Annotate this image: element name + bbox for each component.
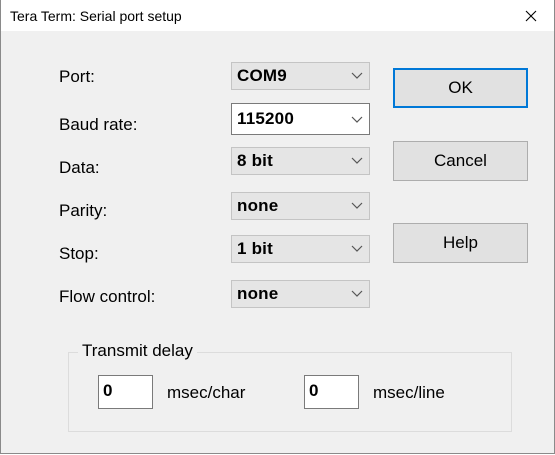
dialog-body: Port: COM9 Baud rate: 115200 Data: 8 bit…	[1, 31, 554, 453]
flow-control-label: Flow control:	[59, 287, 156, 306]
stop-select[interactable]: 1 bit	[231, 235, 370, 263]
baud-rate-label: Baud rate:	[59, 115, 138, 134]
chevron-down-icon	[351, 157, 363, 164]
msec-per-char-label: msec/char	[167, 383, 246, 402]
close-icon	[525, 10, 537, 21]
stop-label: Stop:	[59, 244, 99, 263]
transmit-delay-legend: Transmit delay	[78, 341, 197, 361]
stop-value: 1 bit	[237, 239, 273, 258]
cancel-button[interactable]: Cancel	[393, 141, 528, 181]
chevron-down-icon	[351, 290, 363, 297]
chevron-down-icon	[351, 72, 363, 79]
serial-port-setup-dialog: Tera Term: Serial port setup Port: COM9 …	[0, 0, 555, 454]
close-button[interactable]	[508, 0, 554, 31]
baud-rate-value: 115200	[237, 109, 294, 128]
chevron-down-icon	[351, 202, 363, 209]
port-value: COM9	[237, 66, 287, 85]
msec-per-char-input[interactable]: 0	[98, 375, 153, 409]
help-button[interactable]: Help	[393, 223, 528, 263]
parity-value: none	[237, 196, 279, 215]
title-bar[interactable]: Tera Term: Serial port setup	[1, 0, 554, 31]
parity-select[interactable]: none	[231, 192, 370, 220]
ok-button[interactable]: OK	[393, 68, 528, 108]
data-select[interactable]: 8 bit	[231, 147, 370, 175]
baud-rate-select[interactable]: 115200	[231, 103, 370, 135]
data-value: 8 bit	[237, 151, 273, 170]
msec-per-line-input[interactable]: 0	[304, 375, 359, 409]
parity-label: Parity:	[59, 201, 108, 220]
port-select[interactable]: COM9	[231, 62, 370, 90]
flow-control-select[interactable]: none	[231, 280, 370, 308]
msec-per-line-label: msec/line	[373, 383, 445, 402]
port-label: Port:	[59, 67, 95, 86]
chevron-down-icon	[351, 245, 363, 252]
window-title: Tera Term: Serial port setup	[10, 7, 182, 24]
data-label: Data:	[59, 158, 100, 177]
flow-control-value: none	[237, 284, 279, 303]
chevron-down-icon	[351, 116, 363, 123]
